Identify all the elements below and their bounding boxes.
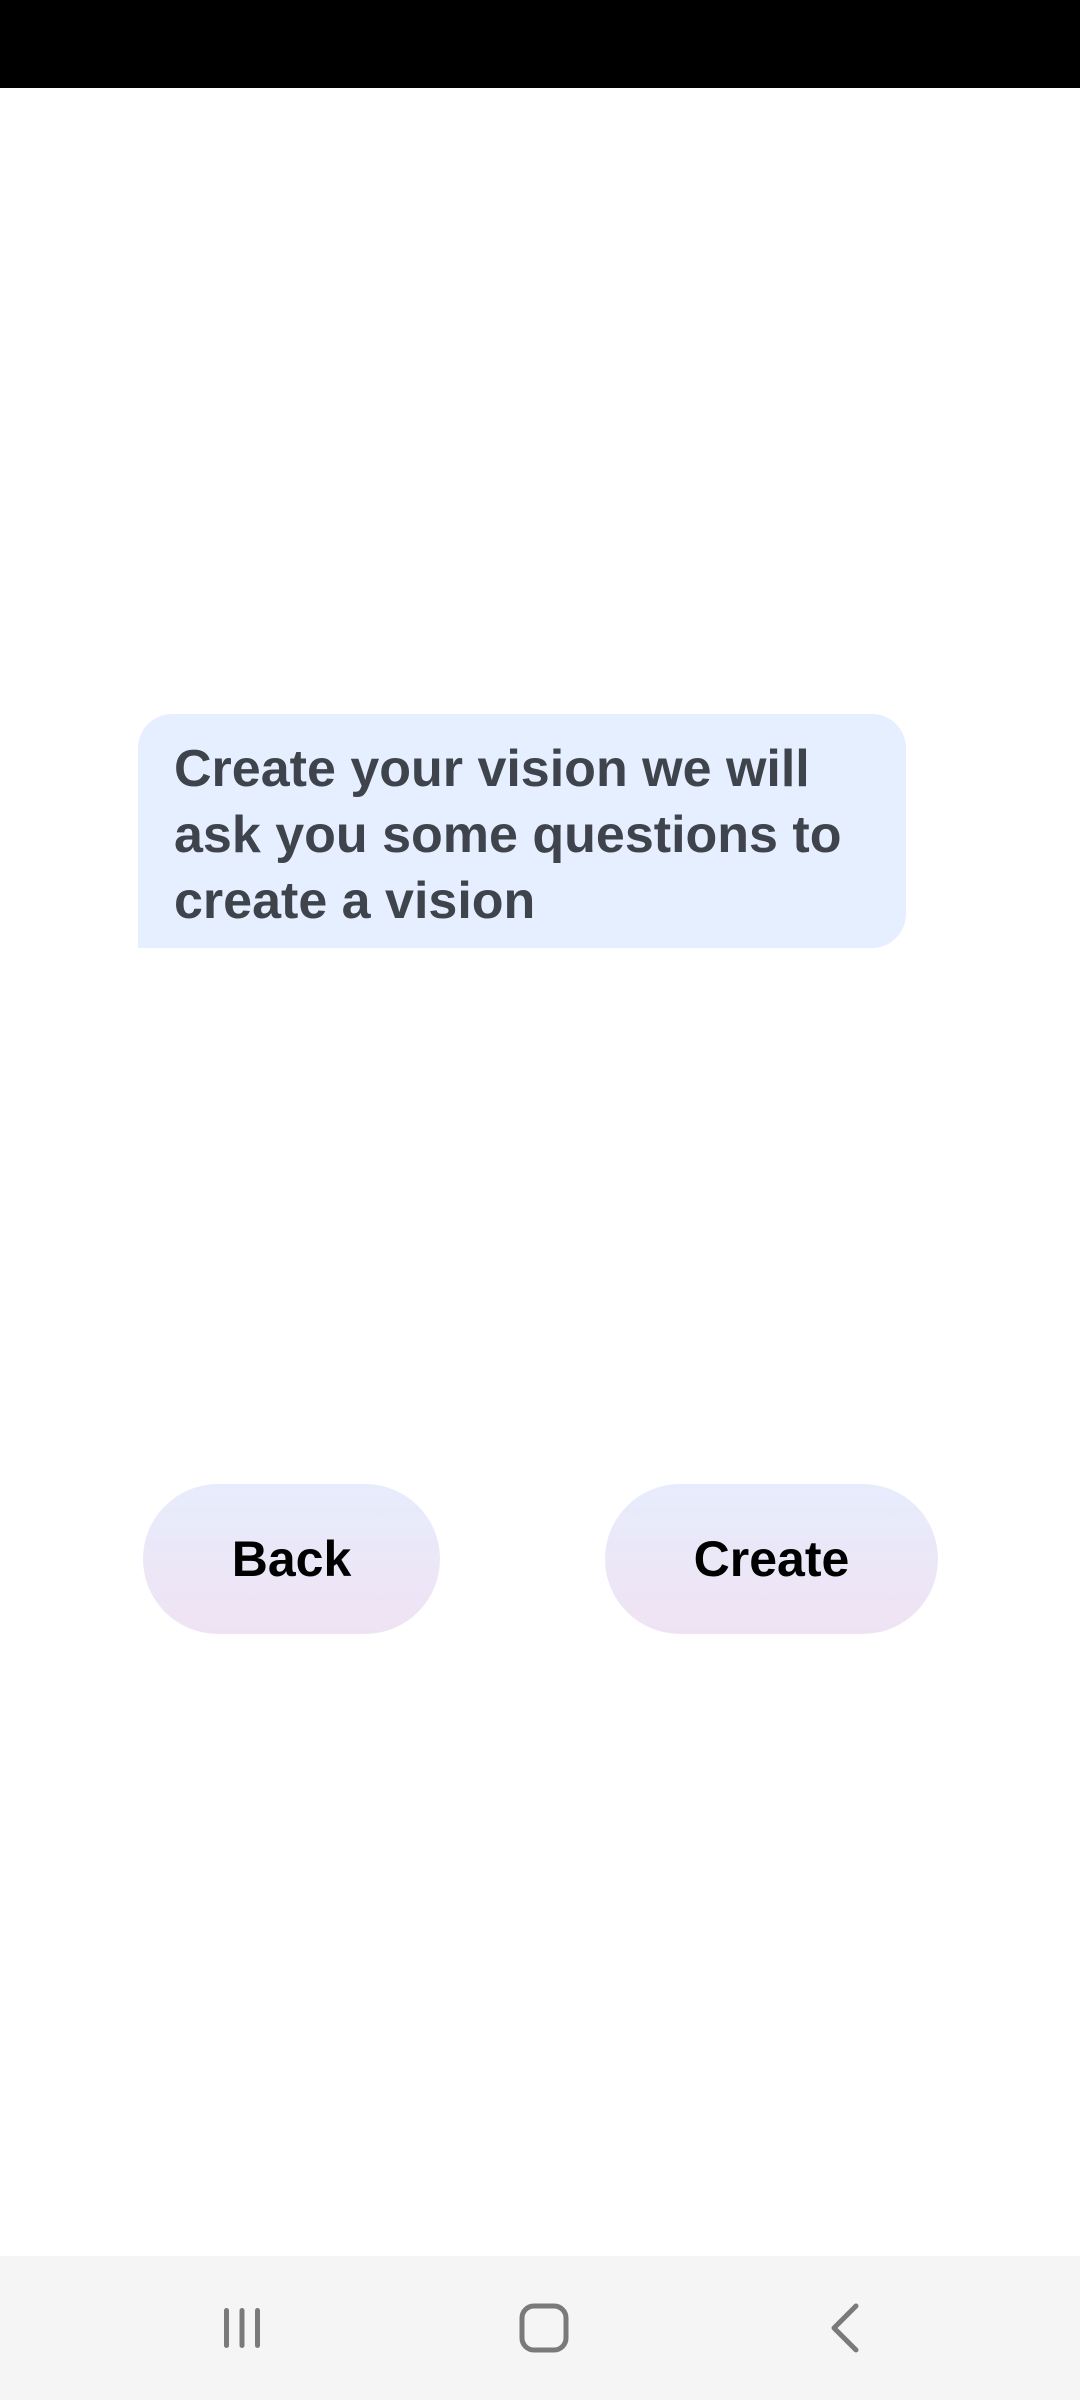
message-bubble: Create your vision we will ask you some … (138, 714, 906, 948)
message-text: Create your vision we will ask you some … (174, 740, 842, 930)
back-icon (831, 2303, 859, 2353)
screen: Create your vision we will ask you some … (0, 0, 1080, 2400)
home-icon (519, 2303, 569, 2353)
back-button[interactable]: Back (143, 1484, 440, 1634)
recents-icon (224, 2308, 260, 2348)
recents-button[interactable] (192, 2278, 292, 2378)
create-button[interactable]: Create (605, 1484, 938, 1634)
create-button-label: Create (693, 1531, 850, 1587)
home-button[interactable] (494, 2278, 594, 2378)
status-bar (0, 0, 1080, 88)
system-navigation-bar (0, 2256, 1080, 2400)
back-nav-button[interactable] (796, 2278, 896, 2378)
back-button-label: Back (231, 1531, 352, 1587)
